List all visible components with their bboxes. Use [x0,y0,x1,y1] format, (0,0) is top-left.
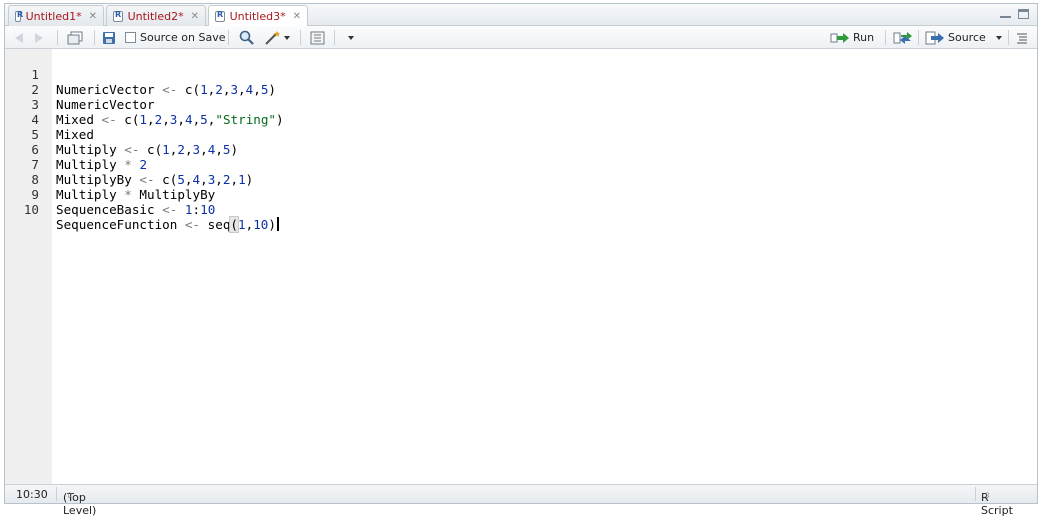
code-line[interactable]: 8 Multiply * MultiplyBy [5,157,1037,202]
status-bar: 10:30 (Top Level) ⇳ R Script ⇳ [5,484,1037,517]
chevron-down-icon[interactable] [284,35,290,40]
source-button[interactable]: Source [925,30,1002,45]
cursor-position: 10:30 [16,488,48,501]
tab-label: Untitled3* [229,10,286,23]
code-line[interactable]: 2 NumericVector [5,67,1037,112]
close-icon[interactable]: ✕ [293,11,301,22]
code-tools-wand-icon[interactable] [264,30,290,45]
close-icon[interactable]: ✕ [191,11,199,22]
tab-untitled3[interactable]: Untitled3* ✕ [208,5,308,27]
code-line[interactable]: 10 SequenceFunction <- seq(1,10) [5,187,1037,233]
code-line[interactable]: 6 Multiply * 2 [5,127,1037,172]
maximize-icon[interactable] [1018,9,1029,19]
up-down-chevron-icon: ⇳ [984,491,991,500]
minimize-icon[interactable] [1000,9,1011,18]
code-line[interactable]: 9 SequenceBasic <- 1:10 [5,172,1037,217]
source-label: Source [948,31,986,44]
r-file-icon [15,10,23,22]
tab-untitled2[interactable]: Untitled2* ✕ [106,5,206,26]
run-label: Run [853,31,875,44]
r-file-icon [215,10,225,22]
close-icon[interactable]: ✕ [89,11,97,22]
source-on-save-label: Source on Save [140,31,226,44]
code-line[interactable]: 1 NumericVector <- c(1,2,3,4,5) [5,52,1037,97]
code-line[interactable]: 3 Mixed <- c(1,2,3,4,5,"String") [5,82,1037,127]
more-options-chevron-down-icon[interactable] [348,30,354,45]
find-icon[interactable] [239,30,254,45]
r-file-icon [113,10,123,22]
code-editor[interactable]: 1 NumericVector <- c(1,2,3,4,5) 2 Numeri… [5,49,1037,485]
source-editor-pane: Untitled1* ✕ Untitled2* ✕ Untitled3* ✕ [4,3,1038,517]
code-line[interactable]: 7 MultiplyBy <- c(5,4,3,2,1) [5,142,1037,187]
code-text[interactable]: SequenceFunction <- seq(1,10) [56,216,279,233]
tab-bar: Untitled1* ✕ Untitled2* ✕ Untitled3* ✕ [5,4,1037,27]
tab-label: Untitled2* [127,9,184,23]
code-line[interactable]: 5 Multiply <- c(1,2,3,4,5) [5,112,1037,157]
rerun-icon[interactable] [893,30,913,45]
back-arrow-icon[interactable] [15,30,23,45]
save-icon[interactable] [102,30,116,45]
code-line[interactable]: 4 Mixed [5,97,1037,142]
chevron-down-icon[interactable] [995,35,1002,40]
source-on-save-checkbox[interactable]: Source on Save [125,30,225,45]
up-down-chevron-icon: ⇳ [66,491,73,500]
tab-untitled1[interactable]: Untitled1* ✕ [8,5,104,26]
source-icon [925,31,944,44]
outline-icon[interactable] [1016,30,1028,45]
line-number: 10 [23,202,39,217]
compile-notebook-icon[interactable] [310,30,325,45]
text-cursor [276,217,279,231]
editor-toolbar: Source on Save Run Source [5,26,1037,49]
checkbox-box[interactable] [125,32,136,43]
tab-label: Untitled1* [25,9,82,23]
run-button[interactable]: Run [830,30,874,45]
forward-arrow-icon[interactable] [35,30,43,45]
show-in-window-icon[interactable] [67,30,83,45]
run-arrow-icon [830,32,849,43]
code-text[interactable]: SequenceBasic <- 1:10 [56,202,215,217]
